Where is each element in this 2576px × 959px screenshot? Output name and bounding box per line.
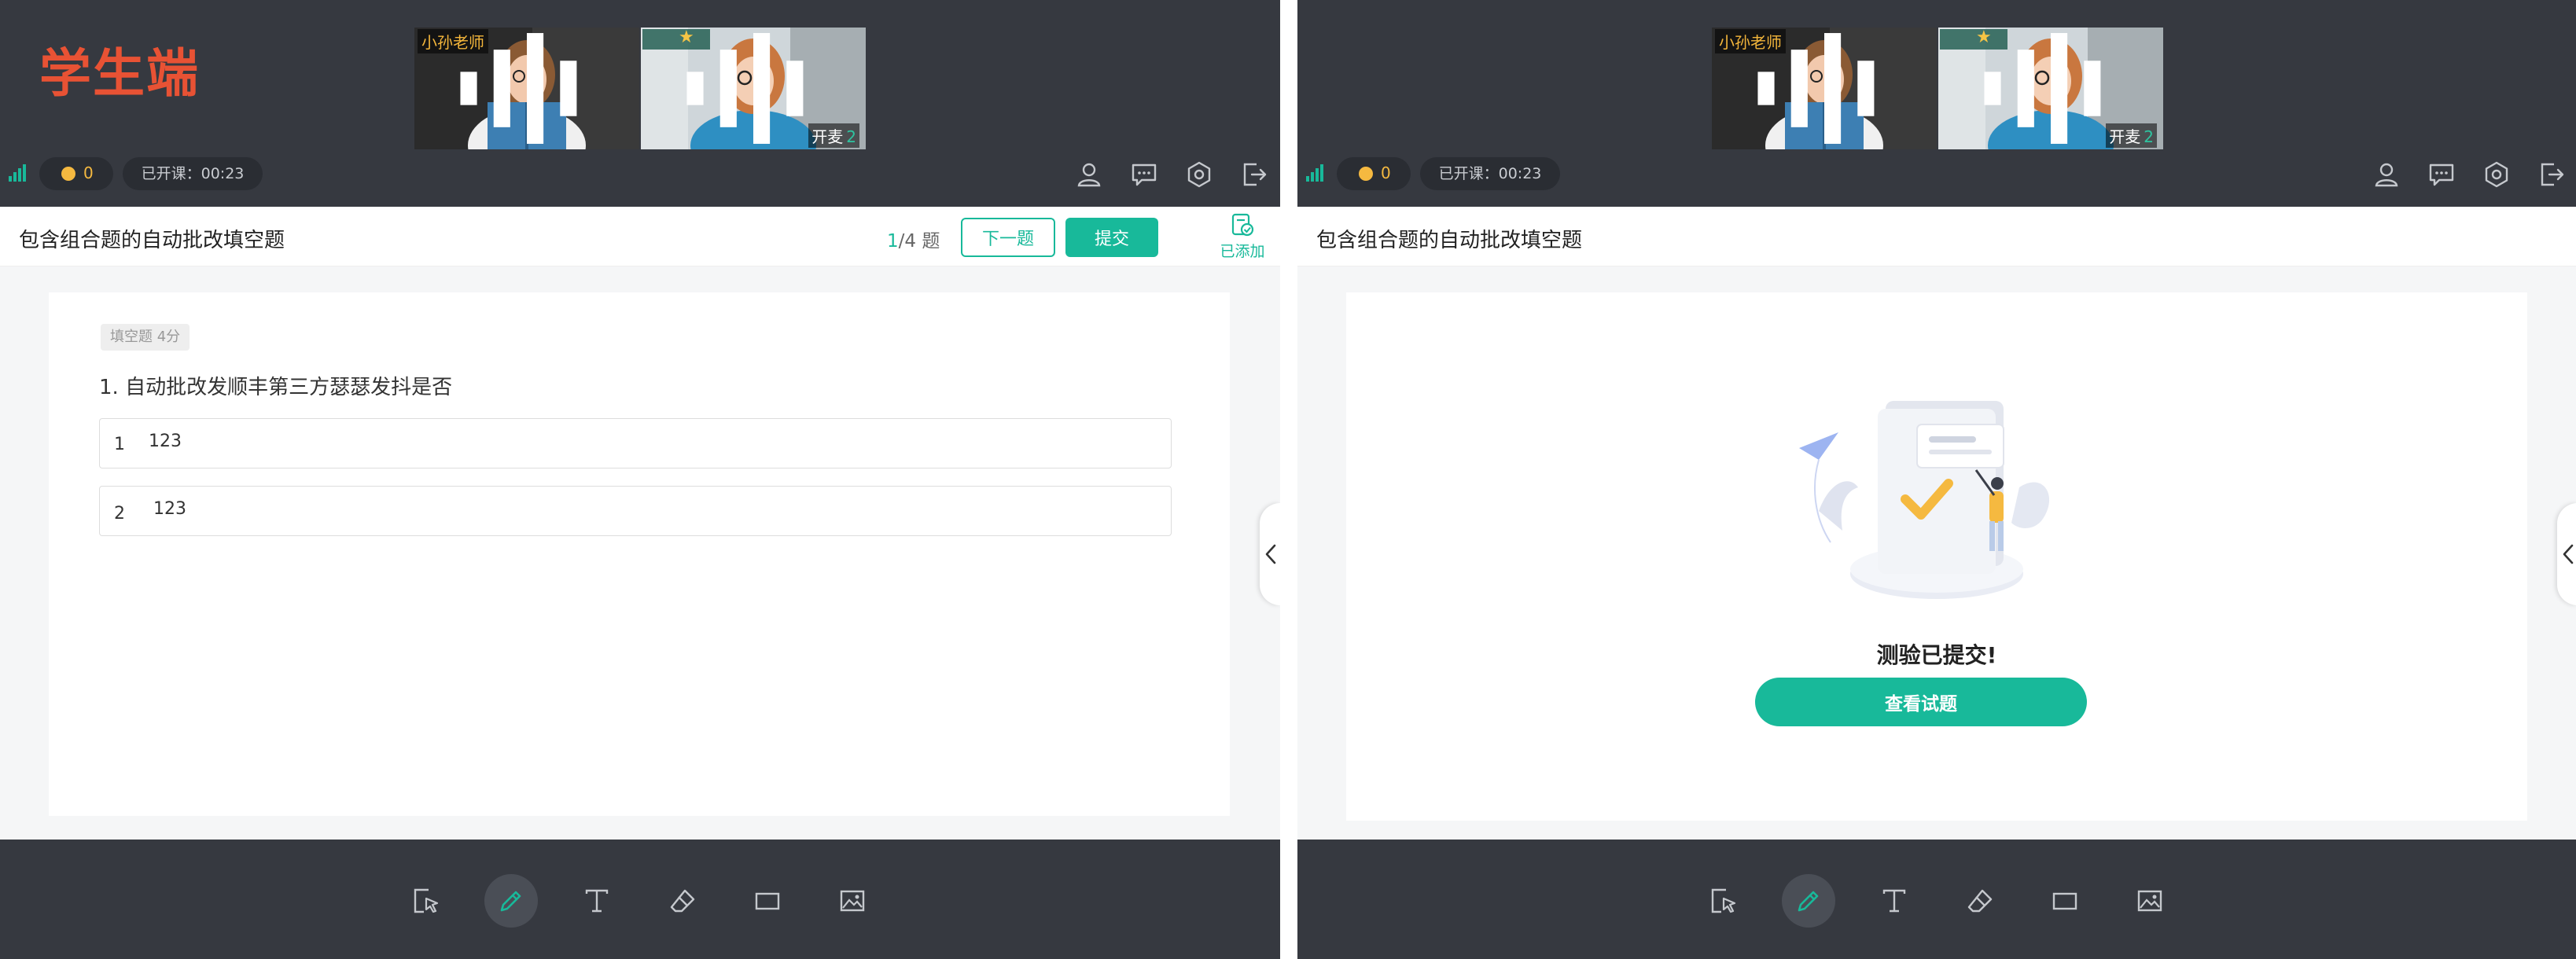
view-questions-button[interactable]: 查看试题 <box>1755 678 2087 726</box>
video-strip: 小孙老师 ★ 开麦 2 <box>414 28 866 149</box>
answer-number: 1 <box>114 435 125 454</box>
quiz-title: 包含组合题的自动批改填空题 <box>19 229 285 252</box>
quiz-submitted-panel: 小孙老师 ★ 开麦 2 0 已开课：00:23 包含组合题的自动批改填空题 测验… <box>1297 0 2576 959</box>
submitted-message: 测验已提交! <box>1876 642 1997 668</box>
submit-button[interactable]: 提交 <box>1065 218 1158 257</box>
signal-icon <box>1306 164 1323 182</box>
teacher-video[interactable]: 小孙老师 <box>414 28 639 149</box>
whiteboard-toolbar <box>1297 840 2576 959</box>
coin-icon <box>61 167 75 181</box>
question-card: 填空题 4分 1. 自动批改发顺丰第三方瑟瑟发抖是否 1 123 2 123 <box>49 292 1230 816</box>
image-icon <box>2137 890 2162 912</box>
answer-number: 2 <box>114 504 125 524</box>
text-tool-button[interactable] <box>570 874 624 928</box>
class-timer: 已开课：00:23 <box>123 157 263 190</box>
coin-count: 0 <box>1381 164 1391 182</box>
quiz-title: 包含组合题的自动批改填空题 <box>1316 229 1583 252</box>
added-label: 已添加 <box>1220 243 1265 260</box>
eraser-tool-button[interactable] <box>1953 874 2007 928</box>
exit-icon[interactable] <box>2538 161 2565 188</box>
image-icon <box>840 890 865 912</box>
audio-level-icon <box>460 33 577 144</box>
coin-counter: 0 <box>39 157 113 190</box>
select-tool-button[interactable] <box>399 874 453 928</box>
mic-count: 2 <box>2144 127 2154 146</box>
mic-label: 开麦 <box>811 127 844 146</box>
side-panel-toggle[interactable] <box>1260 503 1280 605</box>
answer-value: 123 <box>149 432 182 451</box>
coin-icon <box>1359 167 1373 181</box>
top-bar: 学生端 小孙老师 ★ 开麦 2 0 已开课：00:23 <box>0 0 1280 207</box>
side-panel-toggle[interactable] <box>2557 503 2576 605</box>
settings-icon[interactable] <box>1186 161 1213 188</box>
user-icon[interactable] <box>2373 161 2400 188</box>
signal-icon <box>9 164 26 182</box>
user-icon[interactable] <box>1076 161 1102 188</box>
coin-counter: 0 <box>1337 157 1411 190</box>
settings-icon[interactable] <box>2483 161 2510 188</box>
top-bar: 小孙老师 ★ 开麦 2 0 已开课：00:23 <box>1297 0 2576 207</box>
pen-tool-button[interactable] <box>484 874 538 928</box>
text-icon <box>585 889 609 913</box>
progress-total: /4 题 <box>898 231 940 252</box>
select-tool-button[interactable] <box>1697 874 1750 928</box>
student-video[interactable]: ★ 开麦 2 <box>1938 28 2163 149</box>
teacher-video[interactable]: 小孙老师 <box>1712 28 1937 149</box>
rectangle-tool-button[interactable] <box>741 874 794 928</box>
audio-level-icon <box>1757 33 1875 144</box>
added-icon <box>1231 213 1254 237</box>
added-button[interactable]: 已添加 <box>1217 213 1268 263</box>
text-icon <box>1882 889 1906 913</box>
chevron-left-icon <box>2563 544 2574 564</box>
eraser-icon <box>670 889 695 913</box>
submitted-illustration <box>1799 401 2050 599</box>
class-timer: 已开课：00:23 <box>1420 157 1560 190</box>
mic-count: 2 <box>846 127 856 146</box>
chevron-left-icon <box>1265 544 1276 564</box>
mic-label: 开麦 <box>2109 127 2141 146</box>
pen-tool-button[interactable] <box>1782 874 1835 928</box>
question-progress: 1/4 题 <box>887 226 940 252</box>
image-tool-button[interactable] <box>2123 874 2177 928</box>
image-tool-button[interactable] <box>826 874 879 928</box>
question-type-tag: 填空题 4分 <box>101 324 190 351</box>
answer-input[interactable]: 1 123 <box>99 418 1172 468</box>
student-quiz-panel: 学生端 小孙老师 ★ 开麦 2 0 已开课：00:23 包含组合题的自动批改填空… <box>0 0 1280 959</box>
next-question-button[interactable]: 下一题 <box>961 218 1055 257</box>
pen-icon <box>1798 891 1819 912</box>
submission-result-card: 测验已提交! 查看试题 <box>1346 292 2527 821</box>
chat-icon[interactable] <box>1131 161 1157 188</box>
answer-input[interactable]: 2 123 <box>99 486 1172 536</box>
select-icon <box>414 888 439 913</box>
select-icon <box>1711 888 1736 913</box>
pen-icon <box>500 891 521 912</box>
rectangle-tool-button[interactable] <box>2038 874 2092 928</box>
chat-icon[interactable] <box>2428 161 2455 188</box>
exit-icon[interactable] <box>1241 161 1268 188</box>
video-strip: 小孙老师 ★ 开麦 2 <box>1712 28 2163 149</box>
rectangle-icon <box>2052 892 2077 910</box>
whiteboard-toolbar <box>0 840 1280 959</box>
mic-status: 开麦 2 <box>2106 123 2157 148</box>
mic-status: 开麦 2 <box>808 123 859 148</box>
eraser-tool-button[interactable] <box>656 874 709 928</box>
student-video[interactable]: ★ 开麦 2 <box>641 28 866 149</box>
question-text: 1. 自动批改发顺丰第三方瑟瑟发抖是否 <box>99 376 453 399</box>
coin-count: 0 <box>83 164 94 182</box>
quiz-title-bar: 包含组合题的自动批改填空题 <box>1297 207 2576 266</box>
progress-current: 1 <box>887 231 899 252</box>
text-tool-button[interactable] <box>1868 874 1921 928</box>
rectangle-icon <box>755 892 780 910</box>
eraser-icon <box>1967 889 1993 913</box>
answer-value: 123 <box>153 499 186 519</box>
brand-label: 学生端 <box>39 43 200 104</box>
quiz-title-bar: 包含组合题的自动批改填空题 1/4 题 下一题 提交 已添加 <box>0 207 1280 266</box>
